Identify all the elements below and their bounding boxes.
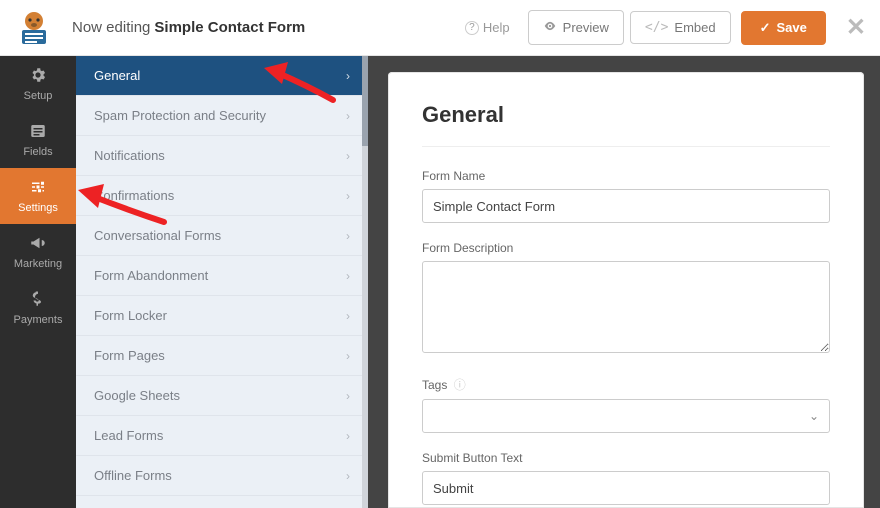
sidebar-item-lead-forms[interactable]: Lead Forms › [76,416,368,456]
sidebar-item-label: Google Sheets [94,388,180,403]
sidebar-item-spam-protection-and-security[interactable]: Spam Protection and Security › [76,96,368,136]
left-rail: Setup Fields Settings Marketing Payments [0,56,76,508]
scrollbar-thumb[interactable] [362,56,368,146]
embed-button[interactable]: </> Embed [630,11,731,44]
sidebar-item-label: General [94,68,140,83]
main-area: General Form Name Form Description Tags … [372,56,880,508]
sidebar-item-label: Confirmations [94,188,174,203]
sidebar-item-label: Form Pages [94,348,165,363]
tags-select[interactable]: ⌄ [422,399,830,433]
rail-label: Setup [24,90,53,102]
rail-label: Settings [18,202,58,214]
panel-heading: General [422,102,830,147]
chevron-right-icon: › [346,269,350,283]
rail-item-payments[interactable]: Payments [0,280,76,336]
settings-sidebar: General›Spam Protection and Security›Not… [76,56,372,508]
help-icon: ? [465,21,479,35]
chevron-right-icon: › [346,149,350,163]
form-name-input[interactable] [422,189,830,223]
sidebar-item-general[interactable]: General › [76,56,368,96]
code-icon: </> [645,20,668,35]
chevron-right-icon: › [346,389,350,403]
chevron-right-icon: › [346,109,350,123]
chevron-right-icon: › [346,429,350,443]
close-icon[interactable]: ✕ [846,13,866,42]
topbar: Now editing Simple Contact Form ? Help P… [0,0,880,56]
form-title: Simple Contact Form [154,19,305,36]
rail-label: Payments [14,314,63,326]
tags-label: Tags ⓘ [422,376,830,393]
title-prefix: Now editing [72,19,150,36]
sidebar-item-label: Form Abandonment [94,268,208,283]
chevron-right-icon: › [346,309,350,323]
sidebar-item-form-locker[interactable]: Form Locker › [76,296,368,336]
list-icon [29,122,47,143]
sidebar-item-label: Lead Forms [94,428,163,443]
sidebar-item-conversational-forms[interactable]: Conversational Forms › [76,216,368,256]
rail-label: Marketing [14,258,62,270]
chevron-right-icon: › [346,469,350,483]
rail-item-settings[interactable]: Settings [0,168,76,224]
submit-text-input[interactable] [422,471,830,505]
form-description-input[interactable] [422,261,830,353]
sidebar-item-confirmations[interactable]: Confirmations › [76,176,368,216]
sidebar-item-google-sheets[interactable]: Google Sheets › [76,376,368,416]
check-icon: ✓ [760,20,771,36]
chevron-right-icon: › [346,229,350,243]
rail-item-fields[interactable]: Fields [0,112,76,168]
sidebar-item-form-pages[interactable]: Form Pages › [76,336,368,376]
help-link[interactable]: ? Help [465,20,510,35]
sidebar-item-label: Form Locker [94,308,167,323]
gear-icon [29,66,47,87]
save-button[interactable]: ✓ Save [741,11,826,45]
chevron-right-icon: › [346,69,350,83]
help-icon[interactable]: ⓘ [454,378,466,392]
sidebar-item-label: Spam Protection and Security [94,108,266,123]
rail-item-marketing[interactable]: Marketing [0,224,76,280]
chevron-right-icon: › [346,349,350,363]
chevron-down-icon: ⌄ [809,409,819,423]
eye-icon [543,19,557,36]
chevron-right-icon: › [346,189,350,203]
rail-item-setup[interactable]: Setup [0,56,76,112]
sidebar-item-label: Notifications [94,148,165,163]
brand-logo [14,8,54,48]
bullhorn-icon [29,234,47,255]
rail-label: Fields [23,146,52,158]
preview-button[interactable]: Preview [528,10,624,45]
submit-text-label: Submit Button Text [422,451,830,465]
settings-panel: General Form Name Form Description Tags … [388,72,864,508]
sidebar-item-label: Offline Forms [94,468,172,483]
sliders-icon [29,178,47,199]
form-name-label: Form Name [422,169,830,183]
sidebar-item-label: Conversational Forms [94,228,221,243]
dollar-icon [29,290,47,311]
sidebar-item-notifications[interactable]: Notifications › [76,136,368,176]
form-description-label: Form Description [422,241,830,255]
sidebar-item-form-abandonment[interactable]: Form Abandonment › [76,256,368,296]
sidebar-item-offline-forms[interactable]: Offline Forms › [76,456,368,496]
